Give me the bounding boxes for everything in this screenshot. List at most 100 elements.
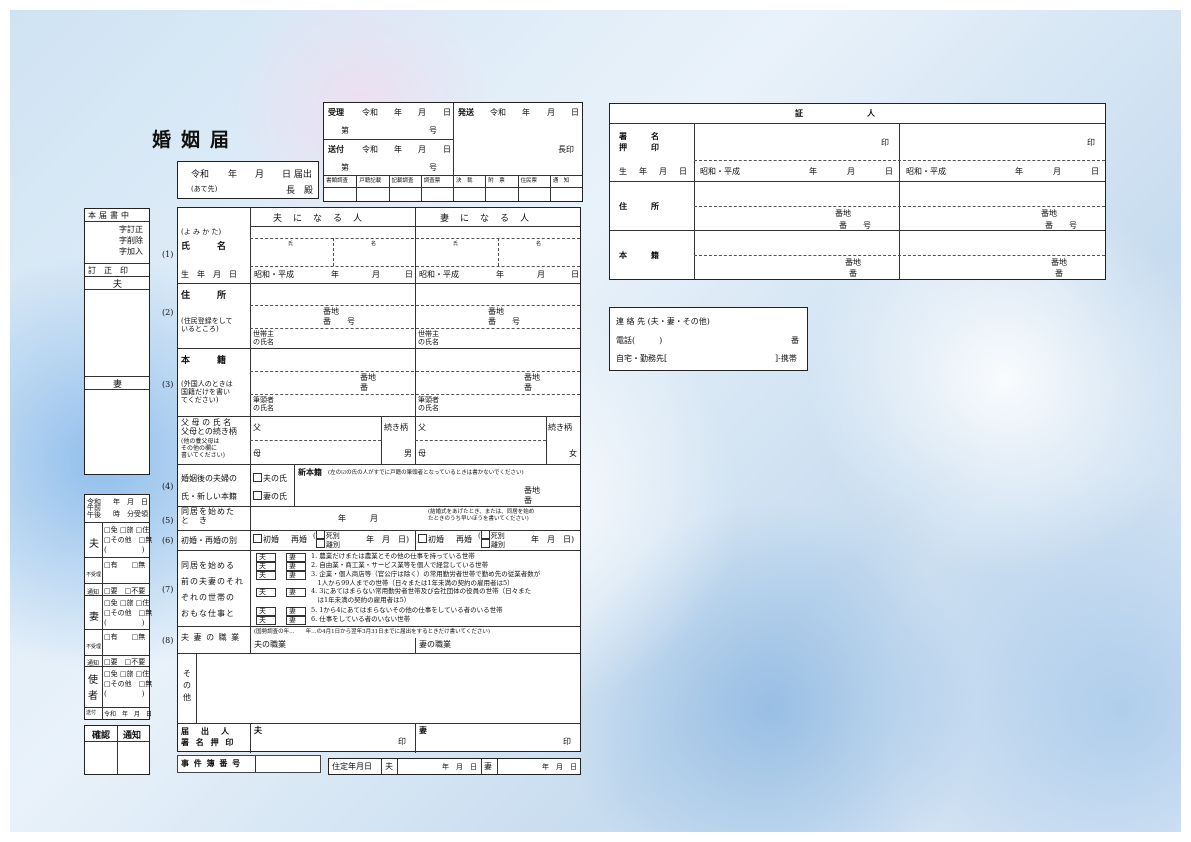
work-item: 3. 企業・個人商店等（官公庁は除く）の常用勤労者世帯で勤め先の従業者数が 1人… bbox=[311, 570, 541, 587]
remarriage-label: 再婚 bbox=[456, 535, 472, 544]
husband-reading-input[interactable] bbox=[251, 227, 415, 237]
id-checks: □免 □旅 □住 bbox=[104, 670, 150, 678]
banchi-label: 番地 bbox=[835, 209, 851, 218]
wife-work-box[interactable]: 妻 bbox=[286, 571, 306, 580]
addressee-label: (あて先) bbox=[191, 185, 218, 193]
ban-label: 番 bbox=[524, 496, 532, 505]
char-corrected: 字訂正 bbox=[119, 225, 143, 234]
husband-work-box[interactable]: 夫 bbox=[256, 588, 276, 597]
wife-work-box[interactable]: 妻 bbox=[286, 607, 306, 616]
husband-work-box[interactable]: 夫 bbox=[256, 616, 276, 625]
husband-work-box[interactable]: 夫 bbox=[256, 562, 276, 571]
husband-surname-checkbox[interactable]: 夫の氏 bbox=[253, 473, 287, 484]
husband-name-input[interactable] bbox=[251, 246, 415, 265]
signer-label: 届 出 人 署 名 押 印 bbox=[181, 726, 236, 747]
era-choice[interactable]: 昭和・平成 bbox=[254, 269, 294, 280]
ban-label: 番 bbox=[360, 383, 368, 392]
sent-label: 送付 bbox=[86, 710, 97, 716]
era-choice[interactable]: 昭和・平成 bbox=[419, 269, 459, 280]
husband-signature-input[interactable] bbox=[251, 724, 414, 752]
month-label: 月 bbox=[372, 270, 380, 279]
wife-signature-input[interactable] bbox=[416, 724, 579, 752]
banchi-label: 番地 bbox=[1051, 258, 1067, 267]
first-marriage-checkbox[interactable]: 初婚 bbox=[253, 534, 279, 545]
work-item: 4. 3にあてはまらない常用勤労者世帯及び会社団体の役員の世帯（日々また は1年… bbox=[311, 587, 532, 604]
wife-work-box[interactable]: 妻 bbox=[286, 562, 306, 571]
marriage-type-label: 初婚・再婚の別 bbox=[181, 536, 237, 545]
notify-label: 通知 bbox=[123, 731, 142, 741]
stamp-cell-label: 決 裁 bbox=[456, 178, 473, 184]
era: 令和 bbox=[191, 170, 210, 180]
household-head-label: 世帯主 の氏名 bbox=[253, 330, 274, 346]
banchi-label: 番地 bbox=[1041, 209, 1057, 218]
month-label: 月 bbox=[1053, 167, 1061, 176]
correction-box[interactable]: 本届書中 字訂正 字削除 字加入 訂 正 印 夫 妻 bbox=[84, 208, 150, 475]
banchi-label: 番地 bbox=[845, 258, 861, 267]
confirm-notify-box[interactable]: 確認 通知 bbox=[84, 725, 150, 775]
stamp-cell[interactable]: 調査票 bbox=[420, 175, 453, 201]
era-choice[interactable]: 昭和・平成 bbox=[906, 166, 946, 177]
witness-box[interactable]: 証 人 署 名押 印 印 印 生 年 月 日 昭和・平成 年 月 日 昭和・平成… bbox=[609, 103, 1106, 280]
husband-work-box[interactable]: 夫 bbox=[256, 607, 276, 616]
wife-surname-checkbox[interactable]: 妻の氏 bbox=[253, 491, 287, 502]
month-label: 月 bbox=[847, 167, 855, 176]
divorced-checkbox[interactable]: 離別 bbox=[481, 539, 505, 550]
residence-date-box[interactable]: 住定年月日 夫 年 月 日 妻 年 月 日 bbox=[328, 758, 581, 775]
day-label: 日 bbox=[405, 270, 413, 279]
stamp-cell[interactable]: 戸籍記載 bbox=[356, 175, 388, 201]
first-marriage-checkbox[interactable]: 初婚 bbox=[418, 534, 444, 545]
day-label: 日 bbox=[885, 167, 893, 176]
month-label: 月 bbox=[255, 170, 265, 180]
female-label: 女 bbox=[569, 449, 577, 458]
stamp-cell-label: 附 票 bbox=[488, 178, 505, 184]
cohabitation-note: (結婚式をあげたとき、または、同居を始め たときのうち早いほうを書いてください) bbox=[428, 509, 535, 522]
other-detail: ( ) bbox=[104, 619, 145, 627]
main-form[interactable]: 夫 に な る 人 妻 に な る 人 (よ み か た) 氏 名 氏 名 氏 … bbox=[177, 207, 581, 753]
submission-date-box[interactable]: 令和 年 月 日 届出 (あて先) 長 殿 bbox=[177, 161, 319, 199]
month-label: 月 bbox=[418, 108, 426, 117]
stamp-cell[interactable]: 通 知 bbox=[549, 175, 582, 201]
male-label: 男 bbox=[404, 449, 412, 458]
year-label: 年 bbox=[809, 167, 817, 176]
other-input[interactable] bbox=[198, 655, 578, 721]
contact-box[interactable]: 連 絡 先 (夫・妻・その他) 電話( ) 番 自宅・勤務先[ ]-携帯 bbox=[609, 307, 808, 371]
year-label: 年 bbox=[522, 108, 530, 117]
wife-work-box[interactable]: 妻 bbox=[286, 553, 306, 562]
sent-label: 送付 bbox=[328, 144, 344, 154]
wife-name-input[interactable] bbox=[416, 246, 580, 265]
checkbox-label: 離別 bbox=[326, 541, 340, 549]
chief-seal-label: 長印 bbox=[558, 145, 574, 154]
wife-label: 妻 bbox=[89, 612, 99, 623]
stamp-cell[interactable]: 決 裁 bbox=[453, 175, 485, 201]
stamp-cell[interactable]: 住民票 bbox=[517, 175, 550, 201]
year-label: 年 bbox=[394, 108, 402, 117]
stamp-cell[interactable]: 附 票 bbox=[485, 175, 517, 201]
era-choice[interactable]: 昭和・平成 bbox=[700, 166, 740, 177]
birthdate-label: 生 年 月 日 bbox=[181, 270, 237, 279]
receipt-box[interactable]: 令和 年 月 日 午前 午後 時 分受領 夫 □免 □旅 □住 □その他 □無 … bbox=[84, 494, 152, 720]
row-number: (6) bbox=[162, 536, 174, 545]
id-checks: □免 □旅 □住 bbox=[104, 526, 150, 534]
row-number: (3) bbox=[162, 380, 174, 389]
new-domicile-label: 新本籍 bbox=[298, 467, 322, 477]
home-work-label: 自宅・勤務先[ bbox=[616, 354, 668, 363]
wife-work-box[interactable]: 妻 bbox=[286, 588, 306, 597]
cohabitation-date: 年 月 bbox=[338, 514, 378, 523]
husband-work-box[interactable]: 夫 bbox=[256, 553, 276, 562]
wife-work-box[interactable]: 妻 bbox=[286, 616, 306, 625]
stamp-cell[interactable]: 書類調査 bbox=[324, 175, 356, 201]
stamp-cell[interactable]: 記載調査 bbox=[388, 175, 421, 201]
case-number-box[interactable]: 事 件 簿 番 号 bbox=[177, 755, 321, 773]
wife-reading-input[interactable] bbox=[416, 227, 580, 237]
new-domicile-note: (左の☑の氏の人がすでに戸籍の筆頭者となっているときは書かないでください) bbox=[328, 470, 524, 476]
witness2-signature-input[interactable] bbox=[900, 124, 1104, 159]
witness1-signature-input[interactable] bbox=[695, 124, 898, 159]
checkbox-label: 妻の氏 bbox=[263, 492, 287, 501]
remarriage-date: 年 月 日) bbox=[531, 535, 575, 544]
head-of-register-label: 筆頭者 の氏名 bbox=[253, 396, 274, 412]
divorced-checkbox[interactable]: 離別 bbox=[316, 539, 340, 550]
relationship-label: 続き柄 bbox=[548, 423, 572, 432]
ban-go-label: 番 号 bbox=[1045, 221, 1077, 230]
date-labels: 年 月 日 bbox=[113, 498, 148, 506]
husband-work-box[interactable]: 夫 bbox=[256, 571, 276, 580]
